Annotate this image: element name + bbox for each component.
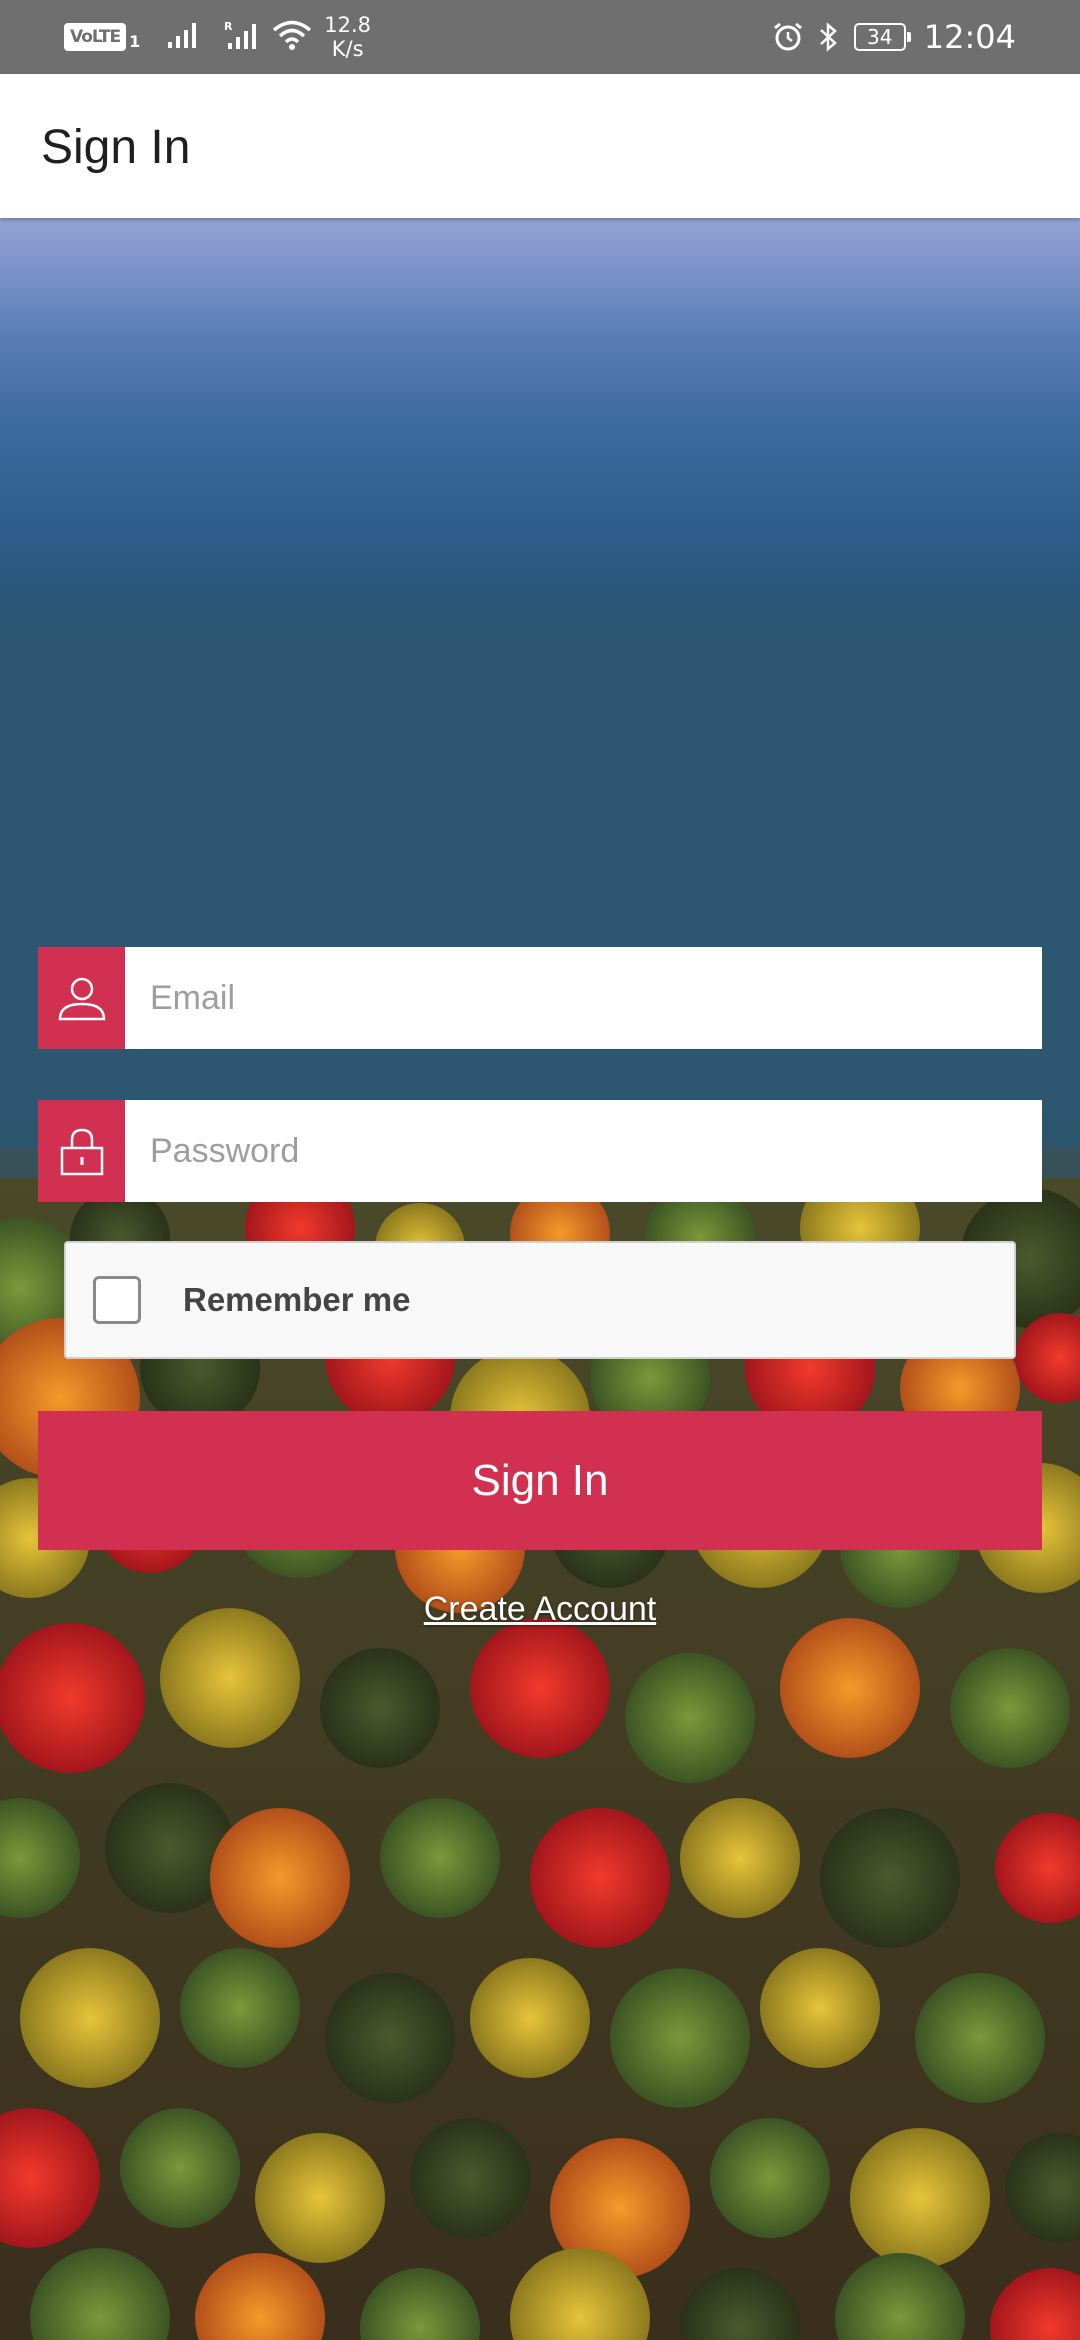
password-input[interactable] (125, 1100, 1042, 1202)
svg-text:R: R (224, 20, 233, 33)
email-input[interactable] (125, 947, 1042, 1049)
network-speed-value: 12.8 (324, 13, 372, 37)
network-speed-unit: K/s (331, 37, 364, 61)
user-icon (38, 947, 125, 1049)
volte-sim-index: 1 (129, 31, 141, 51)
network-speed: 12.8 K/s (324, 13, 371, 61)
roaming-signal-icon: R (224, 19, 262, 55)
page-title: Sign In (41, 121, 191, 174)
remember-me-checkbox[interactable] (93, 1276, 141, 1324)
alarm-icon (772, 21, 804, 53)
status-left: VoLTE 1 R 12.8 K/s (64, 0, 371, 74)
password-field-group (38, 1100, 1042, 1202)
signal-icon (166, 20, 202, 54)
email-field-group (38, 947, 1042, 1049)
status-bar: VoLTE 1 R 12.8 K/s 34 12:04 (0, 0, 1080, 74)
lock-icon (38, 1100, 125, 1202)
remember-me-row[interactable]: Remember me (64, 1241, 1016, 1359)
battery-level: 34 (867, 25, 893, 49)
sign-in-button[interactable]: Sign In (38, 1411, 1042, 1550)
wifi-icon (272, 19, 312, 55)
bluetooth-icon (818, 21, 840, 53)
screen: VoLTE 1 R 12.8 K/s 34 12:04 Sign In Emai… (0, 0, 1080, 2340)
battery-icon: 34 (853, 23, 911, 51)
create-account-link[interactable]: Create Account (0, 1590, 1080, 1629)
status-clock: 12:04 (923, 18, 1016, 56)
status-right: 34 12:04 (758, 0, 1016, 74)
remember-me-label: Remember me (183, 1281, 411, 1318)
app-bar: Sign In (0, 74, 1080, 218)
volte-badge: VoLTE (64, 23, 127, 51)
